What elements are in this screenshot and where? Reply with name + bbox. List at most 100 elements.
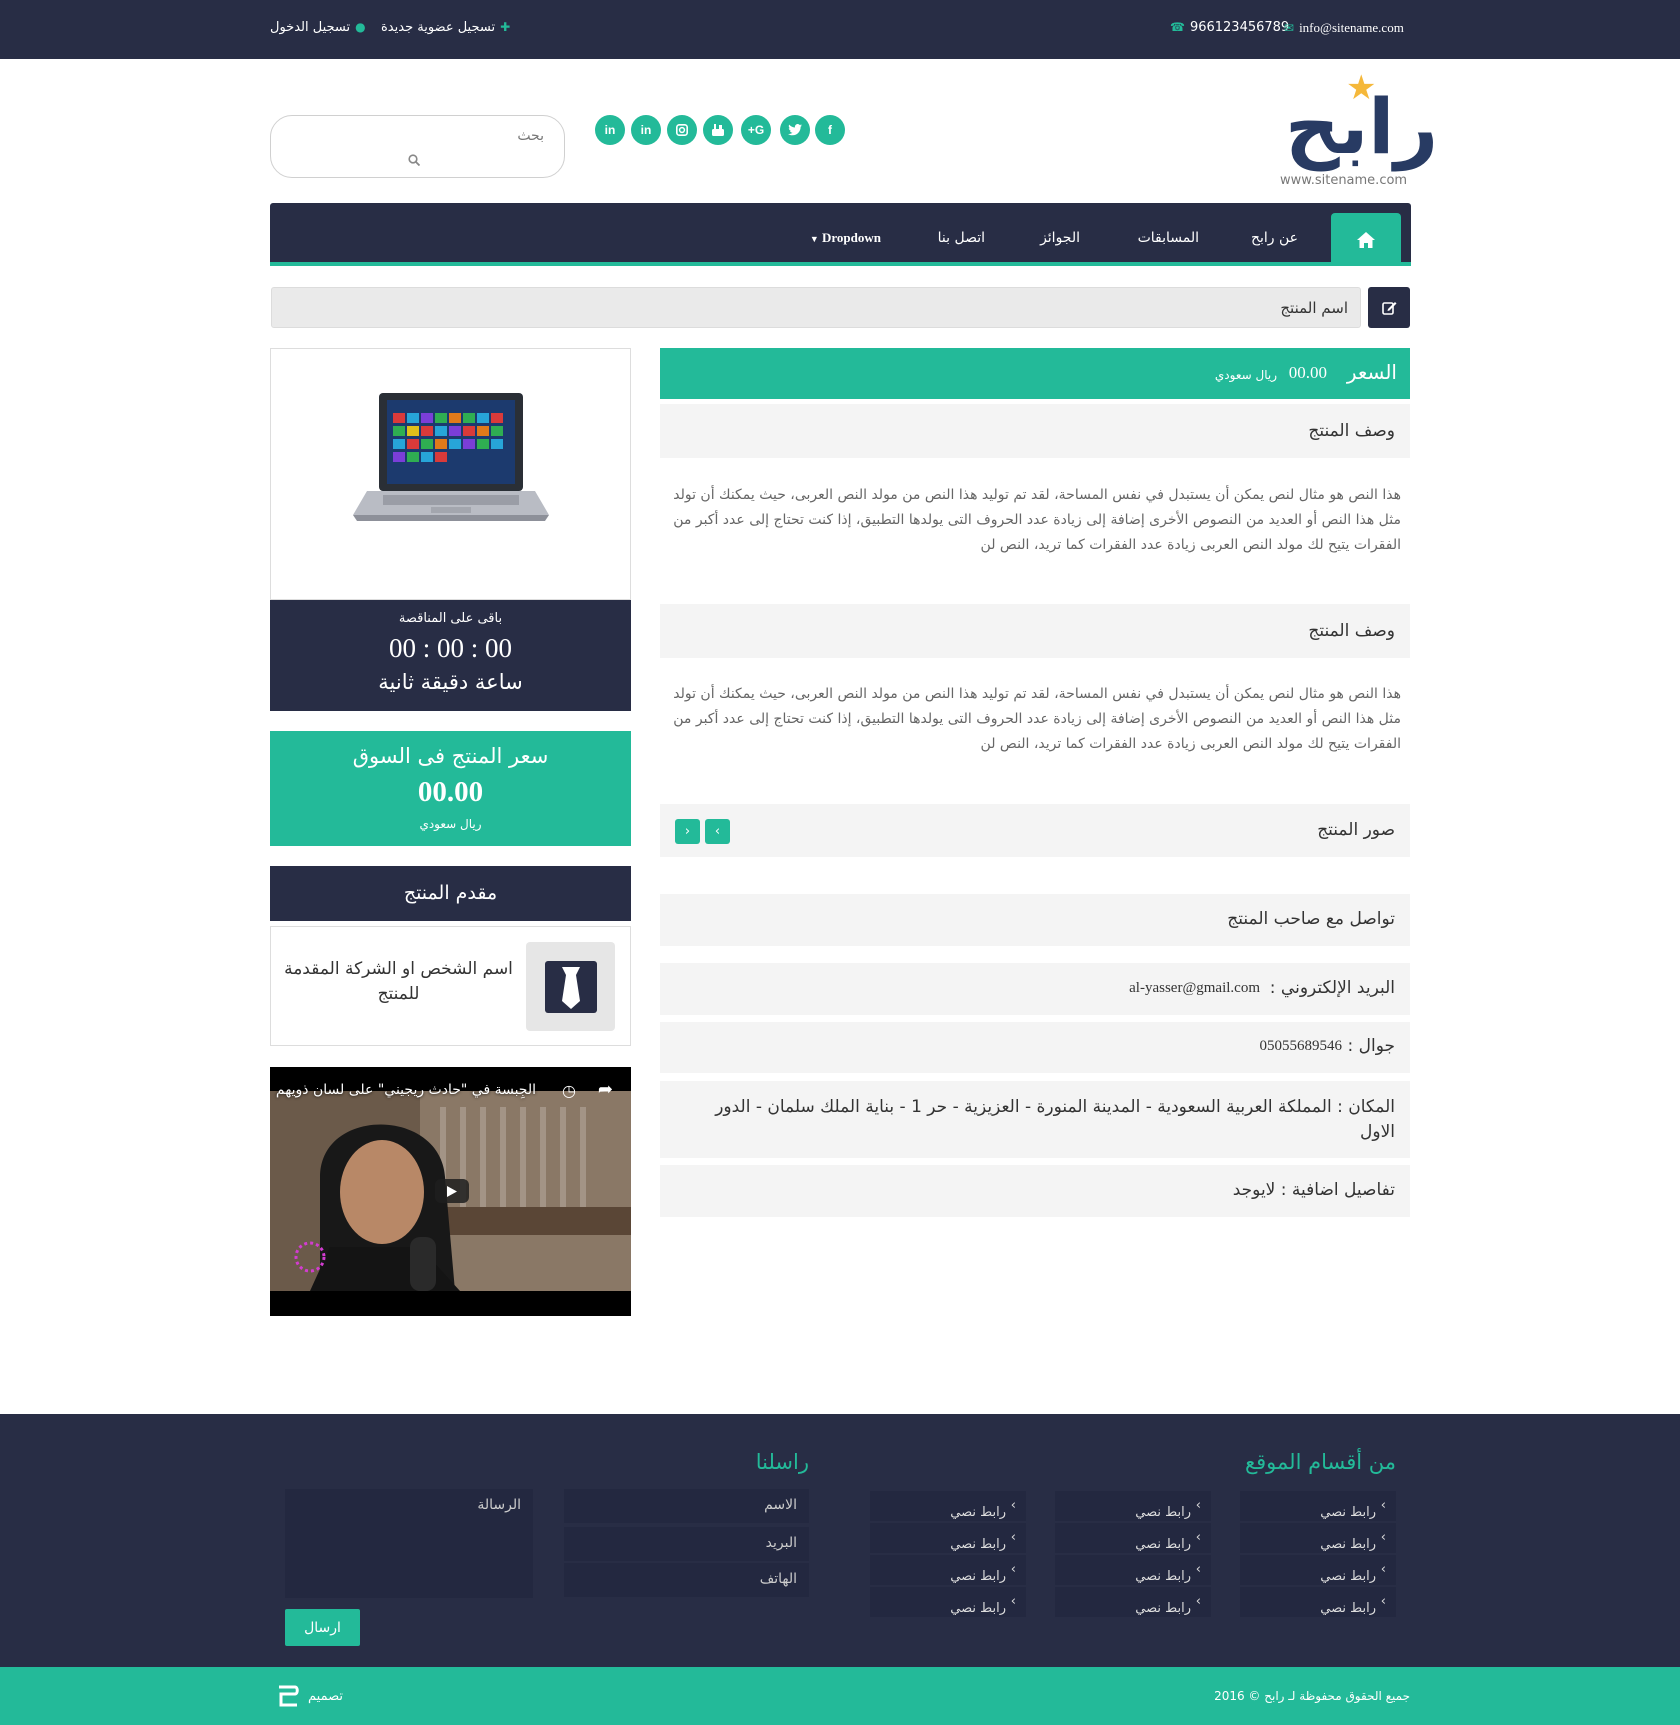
share-icon[interactable]: ➦ [598,1079,613,1100]
product-name-field[interactable]: اسم المنتج [271,287,1361,328]
search-box[interactable]: بحث [270,115,565,178]
footer-link[interactable]: › رابط نصي [1055,1587,1211,1617]
edit-button[interactable] [1368,287,1410,328]
phone-icon: ☎ [1170,20,1185,34]
contact-email-row: البريد الإلكتروني : al-yasser@gmail.com [660,963,1410,1015]
search-input[interactable]: بحث [517,128,544,144]
contact-email-value[interactable]: al-yasser@gmail.com [1129,980,1260,997]
phone-info: ☎ 966123456789 [1170,20,1290,35]
user-plus-icon: ✚ [500,20,511,34]
footer-link[interactable]: › رابط نصي [870,1587,1026,1617]
nav-item-dropdown[interactable]: Dropdown ▼ [810,230,881,246]
price-currency: ريال سعودي [1214,368,1277,382]
video-title[interactable]: الجِبسة في "حادث ريجيني" على لسان ذويهم [276,1082,536,1098]
clock-icon[interactable]: ◷ [562,1081,576,1100]
footer-contact-heading: راسلنا [755,1450,809,1474]
envelope-icon: ✉ [1284,21,1295,35]
copyright-text: جميع الحقوق محفوظة لـ رابح © 2016 [1214,1689,1410,1703]
top-bar: ●تسجيل الدخول ✚تسجيل عضوية جديدة ☎ 966123… [0,0,1680,59]
description-text-2: هذا النص هو مثال لنص يمكن أن يستبدل في ن… [673,686,1401,752]
contact-mobile-row: جوال : 05055689546 [660,1022,1410,1073]
market-currency: ريال سعودي [419,817,482,831]
chevron-right-icon: › [714,824,721,839]
countdown-title: باقى على المناقصة [398,611,503,626]
footer-email-input[interactable]: البريد [564,1527,809,1561]
footer-name-input[interactable]: الاسم [564,1489,809,1523]
footer-sections-heading: من أقسام الموقع [1244,1450,1396,1474]
linkedin-icon[interactable]: in [631,115,661,145]
play-icon [447,1185,457,1197]
facebook-icon[interactable]: f [815,115,845,145]
avatar [526,942,615,1031]
price-bar: السعر 00.00 ريال سعودي [660,348,1410,399]
chevron-left-icon: ‹ [684,824,691,839]
presenter-name: اسم الشخص او الشركة المقدمة للمنتج [284,959,513,1004]
product-name: اسم المنتج [1280,299,1348,317]
images-next-button[interactable]: › [705,819,730,844]
main-nav: عن رابح المسابقات الجوائز اتصل بنا Dropd… [270,203,1411,266]
contact-location-row: المكان : المملكة العربية السعودية - المد… [660,1081,1410,1158]
twitter-icon[interactable] [780,115,810,145]
play-button[interactable] [435,1179,469,1203]
countdown-timer: 00 : 00 : 00 [388,633,513,663]
register-link[interactable]: ✚تسجيل عضوية جديدة [381,20,510,35]
description-heading-2: وصف المنتج [660,604,1410,658]
footer-link[interactable]: › رابط نصي [1240,1555,1396,1585]
market-value: 00.00 [417,776,484,808]
nav-item-about[interactable]: عن رابح [1251,230,1298,246]
presenter-heading: مقدم المنتج [270,866,631,921]
product-image[interactable] [353,391,549,523]
countdown-units: ساعة دقيقة ثانية [378,670,523,694]
footer-link[interactable]: › رابط نصي [1240,1587,1396,1617]
nav-home[interactable] [1331,213,1401,266]
site-logo[interactable]: رابح [1285,82,1442,171]
countdown-seconds: 00 [485,633,513,663]
description-text-1: هذا النص هو مثال لنص يمكن أن يستبدل في ن… [673,487,1401,553]
market-price-box: سعر المنتج فى السوق 00.00 ريال سعودي [270,731,631,846]
footer-message-textarea[interactable]: الرسالة [285,1489,533,1598]
footer-link[interactable]: › رابط نصي [1055,1491,1211,1521]
footer: من أقسام الموقع راسلنا [0,1414,1680,1667]
tie-icon [544,960,597,1013]
search-icon[interactable] [408,154,420,166]
images-prev-button[interactable]: ‹ [675,819,700,844]
home-icon [1357,231,1375,248]
extra-details-row: تفاصيل اضافية : لايوجد [660,1165,1410,1217]
market-title: سعر المنتج فى السوق [352,744,549,768]
footer-link[interactable]: › رابط نصي [1240,1491,1396,1521]
presenter-card: اسم الشخص او الشركة المقدمة للمنتج [270,926,631,1046]
product-images-heading: صور المنتج ‹ › [660,804,1410,857]
video-player[interactable]: الجِبسة في "حادث ريجيني" على لسان ذويهم … [270,1067,631,1316]
footer-link[interactable]: › رابط نصي [870,1555,1026,1585]
send-button[interactable]: ارسال [285,1609,360,1646]
youtube-icon[interactable] [703,115,733,145]
price-label: السعر [1346,360,1397,384]
edit-icon [1381,302,1396,315]
nav-item-prizes[interactable]: الجوائز [1040,230,1080,246]
countdown-hours: 00 [388,633,416,663]
nav-item-competitions[interactable]: المسابقات [1138,230,1199,246]
footer-link[interactable]: › رابط نصي [1240,1523,1396,1553]
site-url: www.sitename.com [1280,173,1408,188]
extra-details: تفاصيل اضافية : لايوجد [1232,1180,1395,1200]
product-image-card [270,348,631,600]
design-credit: تصميم [308,1689,343,1704]
contact-location: المكان : المملكة العربية السعودية - المد… [715,1097,1395,1142]
price-value: 00.00 [1288,363,1327,382]
email-info: ✉ info@sitename.com [1284,20,1404,35]
copyright-bar: جميع الحقوق محفوظة لـ رابح © 2016 تصميم [0,1667,1680,1725]
footer-link[interactable]: › رابط نصي [870,1491,1026,1521]
user-icon: ● [355,20,366,34]
footer-phone-input[interactable]: الهاتف [564,1563,809,1597]
footer-link[interactable]: › رابط نصي [1055,1523,1211,1553]
login-link[interactable]: ●تسجيل الدخول [270,20,366,35]
designer-logo-icon[interactable] [275,1683,301,1709]
caret-down-icon: ▼ [809,234,819,244]
footer-link[interactable]: › رابط نصي [1055,1555,1211,1585]
footer-link[interactable]: › رابط نصي [870,1523,1026,1553]
countdown-box: باقى على المناقصة 00 : 00 : 00 ساعة دقيق… [270,600,631,711]
nav-item-contact[interactable]: اتصل بنا [938,230,985,246]
google-plus-icon[interactable]: G+ [741,115,771,145]
linkedin-icon-2[interactable]: in [595,115,625,145]
instagram-icon[interactable] [667,115,697,145]
